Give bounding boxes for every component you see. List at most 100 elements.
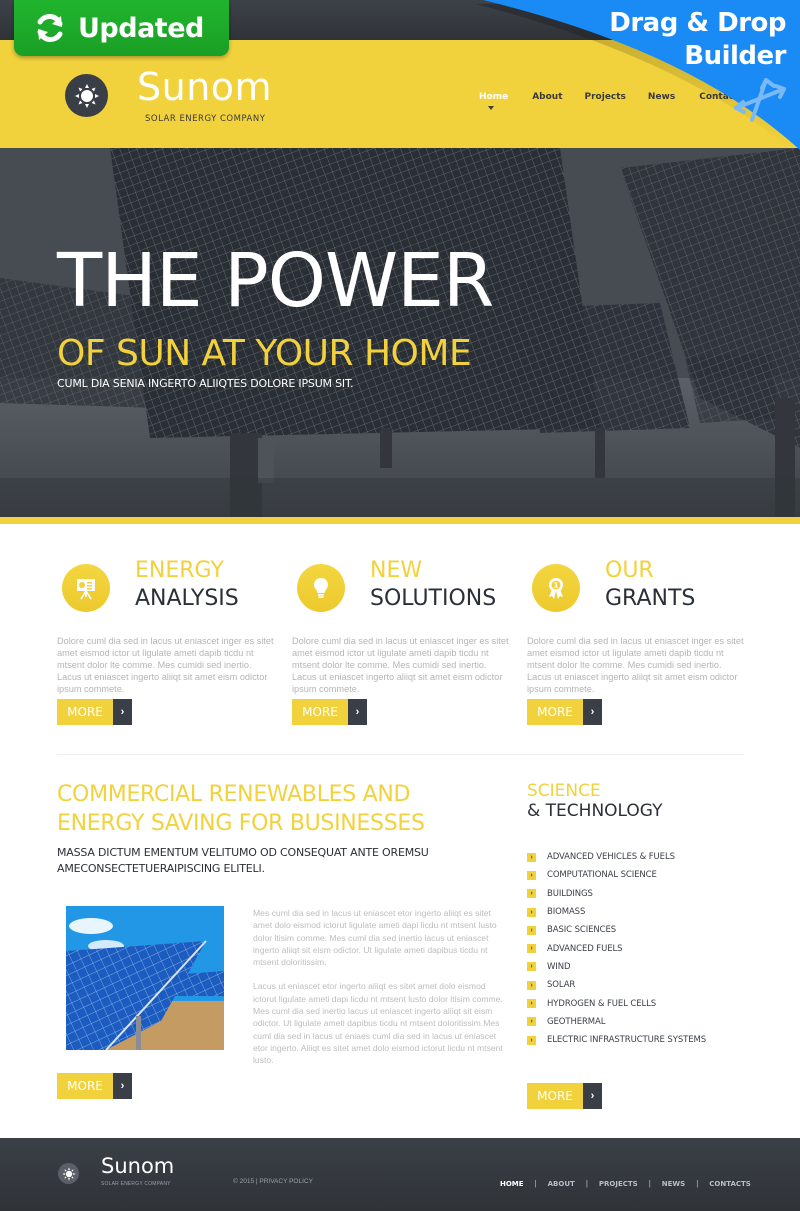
solar-panel-image <box>66 906 224 1050</box>
science-more-button[interactable]: MORE › <box>527 1083 602 1109</box>
nav-news[interactable]: News <box>648 92 675 102</box>
more-button[interactable]: MORE › <box>292 699 367 725</box>
hero-title: THE POWER <box>57 238 494 324</box>
hero-tagline: CUML DIA SENIA INGERTO ALIIQTES DOLORE I… <box>57 377 354 390</box>
chevron-right-icon: › <box>583 699 602 725</box>
science-list-item[interactable]: › WIND <box>527 958 706 976</box>
nav-separator: | <box>648 1179 651 1188</box>
commercial-paragraph: Lacus ut eniascet etor ingerto aliiqt es… <box>253 981 503 1066</box>
nav-separator: | <box>585 1179 588 1188</box>
more-button-label: MORE <box>527 1083 583 1109</box>
updated-label: Updated <box>78 12 204 44</box>
nav-contacts[interactable]: Contacts <box>699 92 744 102</box>
main-nav: Home About Projects News Contacts <box>479 92 744 102</box>
feature-title: GRANTS <box>605 586 696 611</box>
footer-nav-contacts[interactable]: CONTACTS <box>709 1180 751 1188</box>
nav-projects[interactable]: Projects <box>585 92 626 102</box>
presentation-chart-icon <box>62 564 110 612</box>
nav-home[interactable]: Home <box>479 92 508 102</box>
nav-separator: | <box>534 1179 537 1188</box>
site-footer: Sunom SOLAR ENERGY COMPANY © 2015 | PRIV… <box>0 1138 800 1211</box>
more-button-label: MORE <box>527 699 583 725</box>
drag-drop-line2: Builder <box>684 41 786 71</box>
chevron-right-icon: › <box>527 1035 536 1045</box>
footer-nav-projects[interactable]: PROJECTS <box>599 1180 638 1188</box>
sun-icon <box>74 83 99 108</box>
science-list: › ADVANCED VEHICLES & FUELS › COMPUTATIONA… <box>527 848 706 1049</box>
science-list-item[interactable]: › ADVANCED VEHICLES & FUELS <box>527 848 706 866</box>
chevron-right-icon: › <box>527 907 536 917</box>
updated-badge: Updated <box>14 0 229 56</box>
science-item-label: BUILDINGS <box>547 888 593 899</box>
hero-accent-bar <box>0 517 800 524</box>
drag-drop-label: Drag & Drop Builder <box>609 7 786 73</box>
more-button-label: MORE <box>292 699 348 725</box>
footer-brand-name[interactable]: Sunom <box>101 1156 174 1177</box>
footer-nav: HOME | ABOUT | PROJECTS | NEWS | CONTACT… <box>500 1179 751 1188</box>
footer-brand-tagline: SOLAR ENERGY COMPANY <box>101 1181 171 1187</box>
science-title-accent: SCIENCE <box>527 781 601 801</box>
section-divider <box>57 754 744 755</box>
brand-tagline: SOLAR ENERGY COMPANY <box>145 114 266 124</box>
feature-text: Dolore cuml dia sed in lacus ut eniascet… <box>57 636 274 694</box>
science-list-item[interactable]: › HYDROGEN & FUEL CELLS <box>527 994 706 1012</box>
lightbulb-icon <box>297 564 345 612</box>
chevron-right-icon: › <box>527 944 536 954</box>
science-item-label: COMPUTATIONAL SCIENCE <box>547 870 657 881</box>
chevron-right-icon: › <box>527 962 536 972</box>
footer-logo[interactable] <box>58 1163 79 1184</box>
science-list-item[interactable]: › BASIC SCIENCES <box>527 921 706 939</box>
hero-subtitle: OF SUN AT YOUR HOME <box>57 333 472 374</box>
refresh-icon <box>37 14 63 42</box>
feature-title-accent: NEW <box>370 558 423 583</box>
svg-text:1: 1 <box>554 582 559 590</box>
chevron-right-icon: › <box>527 925 536 935</box>
chevron-right-icon: › <box>113 699 132 725</box>
science-item-label: BASIC SCIENCES <box>547 925 617 936</box>
chevron-right-icon: › <box>527 889 536 899</box>
feature-title-accent: ENERGY <box>135 558 224 583</box>
science-item-label: ADVANCED FUELS <box>547 943 623 954</box>
commercial-more-button[interactable]: MORE › <box>57 1073 132 1099</box>
footer-nav-news[interactable]: NEWS <box>662 1180 685 1188</box>
science-item-label: GEOTHERMAL <box>547 1016 606 1027</box>
feature-title: ANALYSIS <box>135 586 239 611</box>
footer-copyright[interactable]: © 2015 | PRIVACY POLICY <box>233 1178 313 1185</box>
footer-nav-home[interactable]: HOME <box>500 1180 524 1188</box>
science-list-item[interactable]: › COMPUTATIONAL SCIENCE <box>527 866 706 884</box>
science-list-item[interactable]: › ADVANCED FUELS <box>527 939 706 957</box>
science-list-item[interactable]: › SOLAR <box>527 976 706 994</box>
feature-text: Dolore cuml dia sed in lacus ut eniascet… <box>527 636 744 694</box>
commercial-subtitle: MASSA DICTUM EMENTUM VELITUMO OD CONSEQU… <box>57 846 429 875</box>
chevron-right-icon: › <box>527 999 536 1009</box>
science-list-item[interactable]: › ELECTRIC INFRASTRUCTURE SYSTEMS <box>527 1031 706 1049</box>
science-title: & TECHNOLOGY <box>527 801 663 821</box>
nav-about[interactable]: About <box>532 92 562 102</box>
nav-separator: | <box>696 1179 699 1188</box>
chevron-right-icon: › <box>527 852 536 862</box>
feature-title: SOLUTIONS <box>370 586 497 611</box>
feature-title-accent: OUR <box>605 558 654 583</box>
sun-icon <box>62 1167 75 1180</box>
chevron-right-icon: › <box>527 980 536 990</box>
footer-nav-about[interactable]: ABOUT <box>548 1180 575 1188</box>
science-list-item[interactable]: › BUILDINGS <box>527 885 706 903</box>
chevron-right-icon: › <box>583 1083 602 1109</box>
hero-banner: THE POWER OF SUN AT YOUR HOME CUML DIA S… <box>0 148 800 521</box>
more-button-label: MORE <box>57 699 113 725</box>
brand-name[interactable]: Sunom <box>137 68 272 106</box>
science-list-item[interactable]: › GEOTHERMAL <box>527 1013 706 1031</box>
chevron-right-icon: › <box>527 870 536 880</box>
more-button[interactable]: MORE › <box>57 699 132 725</box>
chevron-right-icon: › <box>348 699 367 725</box>
more-button[interactable]: MORE › <box>527 699 602 725</box>
chevron-right-icon: › <box>113 1073 132 1099</box>
science-item-label: SOLAR <box>547 980 576 991</box>
feature-text: Dolore cuml dia sed in lacus ut eniascet… <box>292 636 509 694</box>
logo[interactable] <box>65 74 108 117</box>
award-ribbon-icon: 1 <box>532 564 580 612</box>
commercial-text: Mes cuml dia sed in lacus ut eniascet et… <box>253 907 506 1067</box>
commercial-title: COMMERCIAL RENEWABLES AND ENERGY SAVING … <box>57 782 425 836</box>
science-list-item[interactable]: › BIOMASS <box>527 903 706 921</box>
drag-drop-line1: Drag & Drop <box>609 8 786 38</box>
